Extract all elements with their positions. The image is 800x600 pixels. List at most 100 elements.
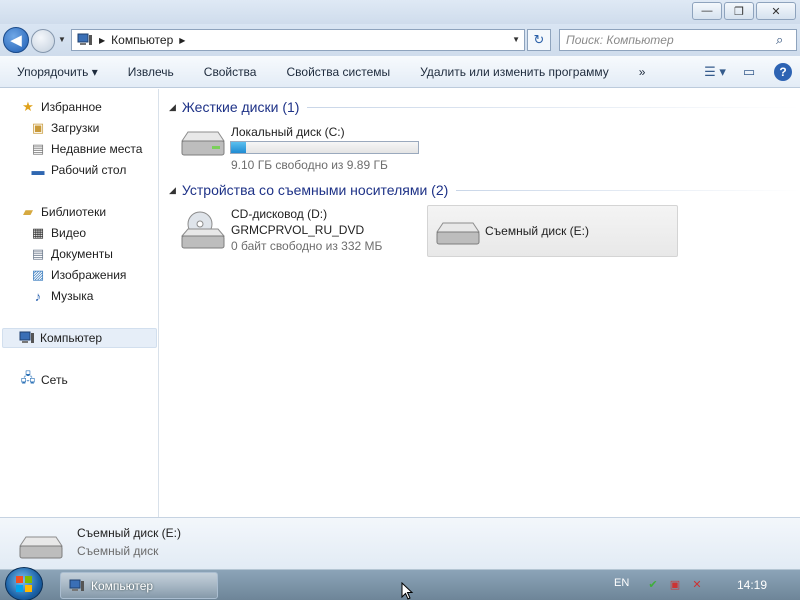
search-input[interactable]: Поиск: Компьютер ⌕ xyxy=(559,29,797,51)
group-title: Устройства со съемными носителями (2) xyxy=(181,182,449,198)
clock[interactable]: 14:19 xyxy=(737,578,767,592)
star-icon: ★ xyxy=(22,99,34,114)
maximize-button[interactable]: ❐ xyxy=(724,2,754,20)
sidebar-item-video[interactable]: ▦ Видео xyxy=(30,223,86,243)
help-button[interactable]: ? xyxy=(772,62,794,82)
sidebar-item-downloads[interactable]: ▣ Загрузки xyxy=(30,118,99,138)
search-placeholder: Поиск: Компьютер xyxy=(566,33,674,47)
navigation-pane: ★ Избранное ▣ Загрузки ▤ Недавние места … xyxy=(0,89,159,517)
action-center-icon[interactable]: ✔ xyxy=(645,576,661,592)
group-divider xyxy=(307,106,800,108)
history-dropdown-icon[interactable]: ▼ xyxy=(58,35,66,44)
sidebar-item-desktop[interactable]: ▬ Рабочий стол xyxy=(30,160,127,180)
sidebar-item-music[interactable]: ♪ Музыка xyxy=(30,286,94,306)
group-removable-header[interactable]: ◢ Устройства со съемными носителями (2) xyxy=(160,180,800,200)
drive-free-space: 0 байт свободно из 332 МБ xyxy=(231,239,383,253)
start-button[interactable] xyxy=(5,567,43,600)
group-hard-disks-header[interactable]: ◢ Жесткие диски (1) xyxy=(160,97,800,117)
search-icon[interactable]: ⌕ xyxy=(776,32,792,48)
more-commands-button[interactable]: » xyxy=(624,65,661,79)
drive-d[interactable]: CD-дисковод (D:) GRMCPRVOL_RU_DVD 0 байт… xyxy=(174,204,424,259)
title-bar: — ❐ ✕ xyxy=(0,0,800,24)
volume-muted-icon[interactable]: ✕ xyxy=(689,576,705,592)
organize-button[interactable]: Упорядочить ▾ xyxy=(0,65,113,79)
window-controls: — ❐ ✕ xyxy=(692,2,796,20)
sidebar-item-label: Загрузки xyxy=(51,121,100,135)
sidebar-item-documents[interactable]: ▤ Документы xyxy=(30,244,113,264)
sidebar-item-pictures[interactable]: ▨ Изображения xyxy=(30,265,127,285)
help-icon: ? xyxy=(774,63,792,81)
documents-icon: ▤ xyxy=(31,246,45,261)
desktop-icon: ▬ xyxy=(31,162,45,178)
system-tray: ✔ ▣ ✕ xyxy=(645,576,705,592)
network-icon: 🖧 xyxy=(20,370,36,385)
sidebar-item-libraries[interactable]: ▰ Библиотеки xyxy=(20,202,106,222)
drive-free-space: 9.10 ГБ свободно из 9.89 ГБ xyxy=(231,158,388,172)
details-pane: Съемный диск (E:) Съемный диск xyxy=(0,517,800,569)
sidebar-item-label: Документы xyxy=(51,247,113,261)
close-button[interactable]: ✕ xyxy=(756,2,796,20)
video-icon: ▦ xyxy=(31,225,45,240)
content-pane: ◢ Жесткие диски (1) Локальный диск (C:) … xyxy=(160,89,800,517)
hard-drive-icon xyxy=(181,131,225,156)
sidebar-item-label: Библиотеки xyxy=(41,205,107,219)
group-title: Жесткие диски (1) xyxy=(181,99,300,115)
disk-usage-fill xyxy=(231,142,246,153)
address-row: ◀ ▼ ▶ Компьютер ▶ ▼ ↻ Поиск: Компьютер ⌕ xyxy=(0,24,800,56)
breadcrumb-separator-icon[interactable]: ▶ xyxy=(99,36,105,45)
breadcrumb-separator-icon[interactable]: ▶ xyxy=(179,36,185,45)
back-button[interactable]: ◀ xyxy=(3,27,29,53)
cd-drive-icon xyxy=(180,211,226,249)
breadcrumb-computer[interactable]: Компьютер xyxy=(111,33,173,47)
system-properties-button[interactable]: Свойства системы xyxy=(271,65,405,79)
drive-volume-label: GRMCPRVOL_RU_DVD xyxy=(231,223,365,237)
details-type: Съемный диск xyxy=(77,544,159,558)
taskbar: Компьютер EN ✔ ▣ ✕ 14:19 xyxy=(0,567,800,600)
refresh-icon: ↻ xyxy=(533,32,545,47)
sidebar-item-label: Изображения xyxy=(51,268,127,282)
drive-c[interactable]: Локальный диск (C:) 9.10 ГБ свободно из … xyxy=(174,119,424,174)
language-indicator[interactable]: EN xyxy=(614,577,629,589)
taskbar-button-computer[interactable]: Компьютер xyxy=(60,572,218,599)
views-icon[interactable]: ☰ ▾ xyxy=(704,62,726,82)
properties-button[interactable]: Свойства xyxy=(189,65,272,79)
address-dropdown-icon[interactable]: ▼ xyxy=(512,35,520,44)
sidebar-item-recent-places[interactable]: ▤ Недавние места xyxy=(30,139,143,159)
refresh-button[interactable]: ↻ xyxy=(527,29,551,51)
sidebar-item-label: Сеть xyxy=(41,373,68,387)
sidebar-item-label: Недавние места xyxy=(51,142,143,156)
forward-button[interactable] xyxy=(31,29,55,53)
collapse-triangle-icon[interactable]: ◢ xyxy=(169,185,176,196)
computer-icon xyxy=(19,331,34,343)
taskbar-button-label: Компьютер xyxy=(91,578,154,593)
windows-logo-icon xyxy=(16,576,32,592)
group-divider xyxy=(456,189,800,191)
details-name: Съемный диск (E:) xyxy=(77,526,181,540)
network-status-icon[interactable]: ▣ xyxy=(667,576,683,592)
preview-pane-icon[interactable]: ▭ xyxy=(738,62,760,82)
sidebar-item-label: Видео xyxy=(51,226,87,240)
sidebar-item-label: Избранное xyxy=(41,100,102,114)
eject-button[interactable]: Извлечь xyxy=(113,65,189,79)
arrow-left-icon: ◀ xyxy=(10,32,22,49)
command-bar: Упорядочить ▾ Извлечь Свойства Свойства … xyxy=(0,56,800,88)
mouse-cursor-icon xyxy=(401,582,414,600)
pictures-icon: ▨ xyxy=(31,267,45,282)
sidebar-item-label: Музыка xyxy=(51,289,94,303)
drive-name: Локальный диск (C:) xyxy=(231,125,345,139)
sidebar-item-network[interactable]: 🖧 Сеть xyxy=(20,370,68,390)
sidebar-item-label: Компьютер xyxy=(40,331,103,345)
collapse-triangle-icon[interactable]: ◢ xyxy=(169,102,176,113)
drive-e[interactable]: Съемный диск (E:) xyxy=(427,205,678,257)
libraries-icon: ▰ xyxy=(23,204,33,219)
computer-icon xyxy=(77,33,92,45)
sidebar-item-label: Рабочий стол xyxy=(51,163,127,177)
address-bar[interactable]: ▶ Компьютер ▶ ▼ xyxy=(71,29,525,51)
sidebar-item-computer[interactable]: Компьютер xyxy=(2,328,157,348)
sidebar-item-favorites[interactable]: ★ Избранное xyxy=(20,97,102,117)
minimize-button[interactable]: — xyxy=(692,2,722,20)
computer-icon xyxy=(69,579,84,591)
music-icon: ♪ xyxy=(34,288,42,304)
removable-drive-icon xyxy=(436,222,480,245)
uninstall-program-button[interactable]: Удалить или изменить программу xyxy=(405,65,624,79)
